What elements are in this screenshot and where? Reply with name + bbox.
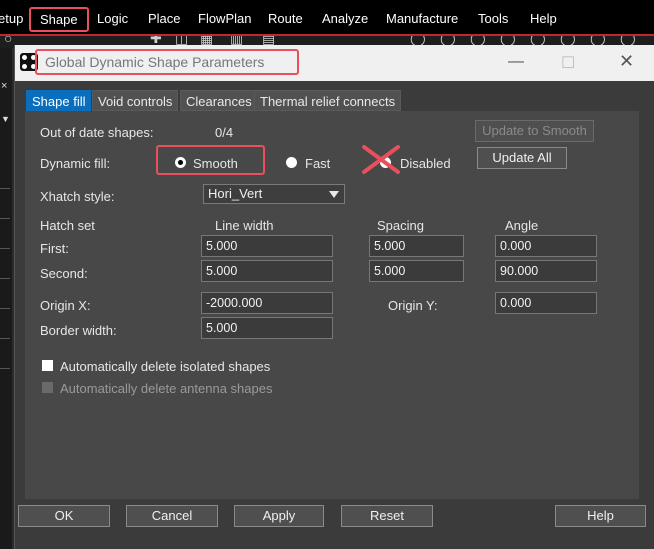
hatch-set-label: Hatch set xyxy=(40,218,95,233)
close-icon[interactable]: ✕ xyxy=(619,51,634,72)
smooth-label: Smooth xyxy=(193,156,238,171)
menu-analyze[interactable]: Analyze xyxy=(322,11,368,26)
origin-y-label: Origin Y: xyxy=(388,298,438,313)
second-spacing-field[interactable]: 5.000 xyxy=(369,260,464,282)
menu-place[interactable]: Place xyxy=(148,11,181,26)
dropdown-arrow-icon[interactable]: ▼ xyxy=(1,114,10,124)
xhatch-select[interactable]: Hori_Vert xyxy=(203,184,345,204)
border-width-label: Border width: xyxy=(40,323,117,338)
toolbar-icon[interactable]: ○ xyxy=(4,36,12,46)
menu-tools[interactable]: Tools xyxy=(478,11,508,26)
menu-manufacture[interactable]: Manufacture xyxy=(386,11,458,26)
dropdown-arrow-icon xyxy=(329,191,339,198)
auto-delete-antenna-checkbox[interactable] xyxy=(42,382,53,393)
out-of-date-label: Out of date shapes: xyxy=(40,125,154,140)
first-line-width-field[interactable]: 5.000 xyxy=(201,235,333,257)
menu-setup[interactable]: etup xyxy=(0,11,23,26)
border-width-field[interactable]: 5.000 xyxy=(201,317,333,339)
line-width-header: Line width xyxy=(215,218,274,233)
origin-x-field[interactable]: -2000.000 xyxy=(201,292,333,314)
origin-x-label: Origin X: xyxy=(40,298,91,313)
angle-header: Angle xyxy=(505,218,539,233)
second-angle-field[interactable]: 90.000 xyxy=(495,260,597,282)
dialog-title: Global Dynamic Shape Parameters xyxy=(45,54,265,70)
fast-label: Fast xyxy=(305,156,331,171)
xhatch-value: Hori_Vert xyxy=(208,186,263,201)
disabled-label: Disabled xyxy=(400,156,451,171)
menu-logic[interactable]: Logic xyxy=(97,11,128,26)
first-label: First: xyxy=(40,241,69,256)
cancel-button[interactable]: Cancel xyxy=(126,505,218,527)
auto-delete-isolated-label: Automatically delete isolated shapes xyxy=(60,359,271,374)
shape-parameters-dialog: Global Dynamic Shape Parameters — ☐ ✕ Sh… xyxy=(14,45,654,549)
help-button[interactable]: Help xyxy=(555,505,646,527)
maximize-icon[interactable]: ☐ xyxy=(561,53,575,73)
ok-button[interactable]: OK xyxy=(18,505,110,527)
first-angle-field[interactable]: 0.000 xyxy=(495,235,597,257)
reset-button[interactable]: Reset xyxy=(341,505,433,527)
first-spacing-field[interactable]: 5.000 xyxy=(369,235,464,257)
menu-route[interactable]: Route xyxy=(268,11,303,26)
tab-clearances[interactable]: Clearances xyxy=(180,90,258,111)
update-to-smooth-button[interactable]: Update to Smooth xyxy=(475,120,594,142)
close-icon[interactable]: × xyxy=(1,80,7,92)
tab-void-controls[interactable]: Void controls xyxy=(92,90,179,111)
out-of-date-value: 0/4 xyxy=(215,125,234,140)
menu-flowplan[interactable]: FlowPlan xyxy=(198,11,251,26)
smooth-radio[interactable] xyxy=(175,157,186,168)
dynamic-fill-label: Dynamic fill: xyxy=(40,156,111,171)
shape-fill-panel: Out of date shapes: 0/4 Update to Smooth… xyxy=(25,111,639,499)
auto-delete-antenna-label: Automatically delete antenna shapes xyxy=(60,381,273,396)
minimize-icon[interactable]: — xyxy=(508,53,524,71)
menu-help[interactable]: Help xyxy=(530,11,557,26)
second-line-width-field[interactable]: 5.000 xyxy=(201,260,333,282)
update-all-button[interactable]: Update All xyxy=(477,147,567,169)
xhatch-label: Xhatch style: xyxy=(40,189,115,204)
auto-delete-isolated-checkbox[interactable] xyxy=(42,360,53,371)
menu-shape[interactable]: Shape xyxy=(29,7,89,32)
apply-button[interactable]: Apply xyxy=(234,505,324,527)
background-panel: × ▼ xyxy=(0,48,12,549)
second-label: Second: xyxy=(40,266,88,281)
fast-radio[interactable] xyxy=(286,157,297,168)
tab-shape-fill[interactable]: Shape fill xyxy=(26,90,92,111)
menu-bar: etup Shape Logic Place FlowPlan Route An… xyxy=(0,0,654,36)
title-bar: Global Dynamic Shape Parameters — ☐ ✕ xyxy=(15,45,654,81)
cross-mark-icon xyxy=(362,145,400,174)
origin-y-field[interactable]: 0.000 xyxy=(495,292,597,314)
tab-thermal-relief[interactable]: Thermal relief connects xyxy=(254,90,402,111)
spacing-header: Spacing xyxy=(377,218,424,233)
